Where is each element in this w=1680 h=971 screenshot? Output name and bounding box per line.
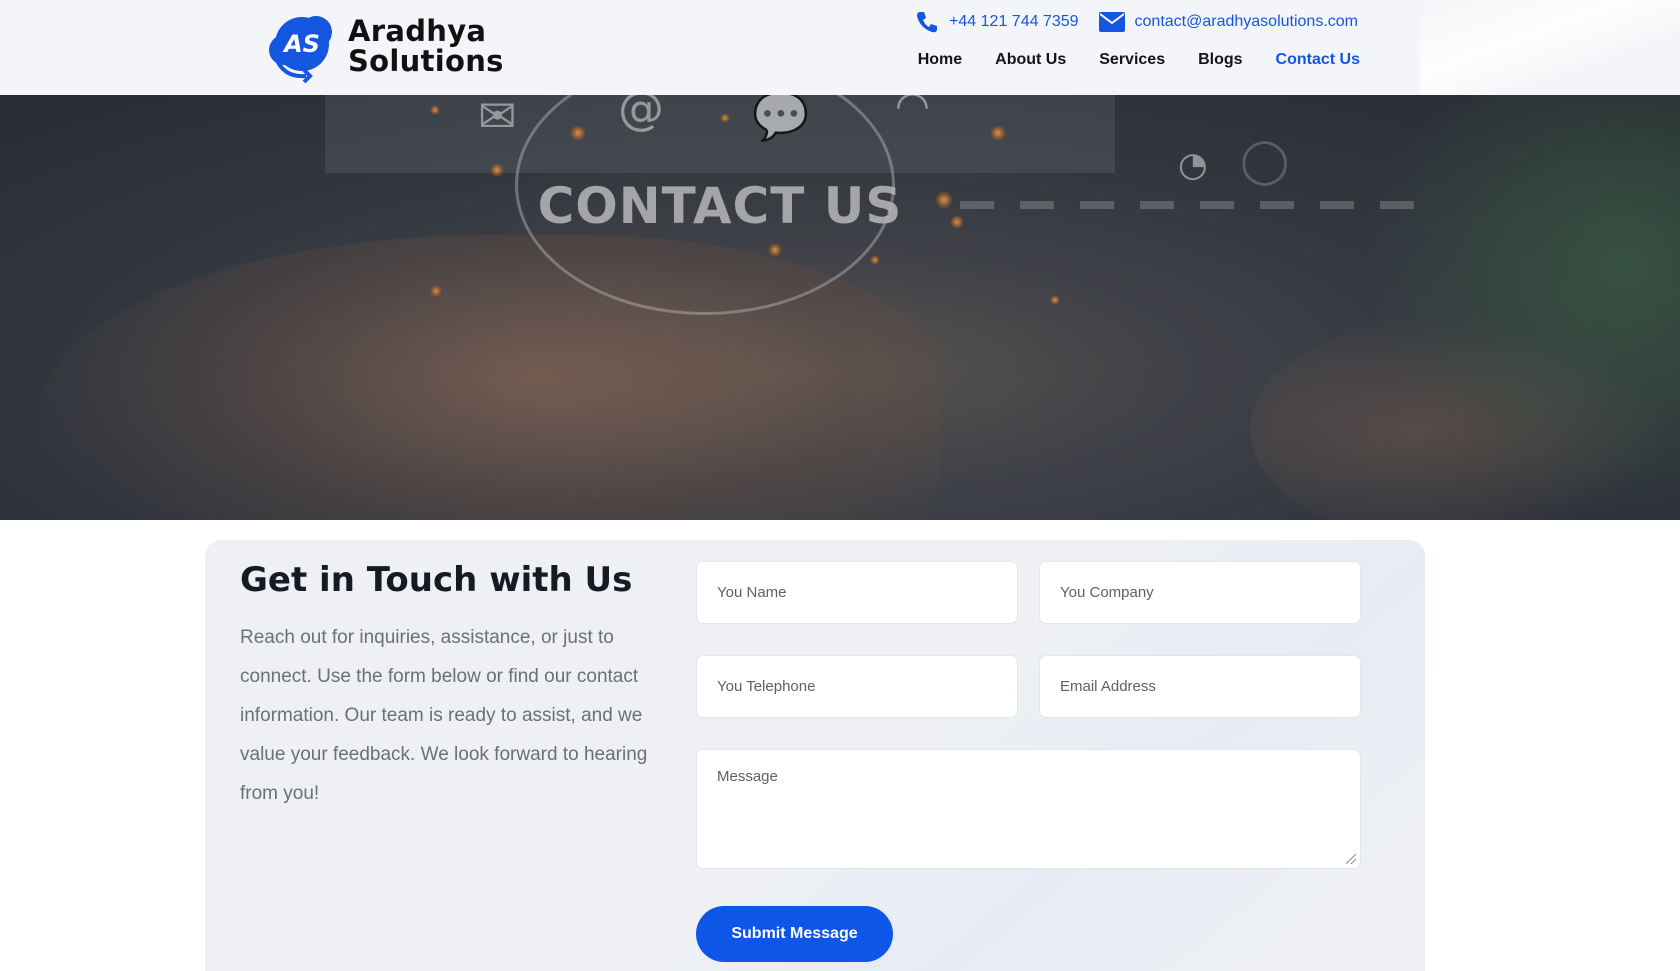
brand-name: Aradhya Solutions: [348, 16, 504, 76]
header-shine: [1420, 0, 1680, 95]
site-header: AS Aradhya Solutions +44 121 744 7359 co…: [0, 0, 1680, 95]
header-contact-info: +44 121 744 7359 contact@aradhyasolution…: [915, 10, 1358, 34]
contact-description: Reach out for inquiries, assistance, or …: [240, 627, 648, 804]
brand-name-line2: Solutions: [348, 44, 504, 78]
email-address: contact@aradhyasolutions.com: [1134, 13, 1358, 30]
hero-overlay: [0, 95, 1680, 520]
cloud-logo-icon: AS: [269, 16, 332, 84]
nav-item-about-us[interactable]: About Us: [995, 51, 1066, 69]
message-placeholder: Message: [717, 768, 778, 785]
contact-heading: Get in Touch with Us: [240, 560, 633, 600]
company-input[interactable]: You Company: [1039, 561, 1361, 624]
submit-message-button[interactable]: Submit Message: [696, 906, 893, 962]
nav-item-blogs[interactable]: Blogs: [1198, 51, 1242, 69]
nav-item-home[interactable]: Home: [918, 51, 962, 69]
phone-number: +44 121 744 7359: [949, 13, 1079, 30]
message-textarea[interactable]: Message: [696, 749, 1361, 869]
name-input[interactable]: You Name: [696, 561, 1018, 624]
email-link[interactable]: contact@aradhyasolutions.com: [1098, 12, 1358, 32]
hero-banner: ✉ @ 💬 ◠ ◔ ◯ CONTACT US: [0, 95, 1680, 520]
main-nav: Home About Us Services Blogs Contact Us: [918, 51, 1360, 69]
nav-item-services[interactable]: Services: [1099, 51, 1165, 69]
phone-link[interactable]: +44 121 744 7359: [915, 10, 1079, 34]
brand-logo[interactable]: AS Aradhya Solutions: [264, 8, 504, 84]
email-input[interactable]: Email Address: [1039, 655, 1361, 718]
logo-monogram: AS: [282, 30, 320, 58]
telephone-input[interactable]: You Telephone: [696, 655, 1018, 718]
phone-icon: [917, 12, 938, 33]
resize-handle-icon[interactable]: [1346, 854, 1356, 864]
nav-item-contact-us[interactable]: Contact Us: [1276, 51, 1360, 69]
brand-name-line1: Aradhya: [348, 14, 487, 48]
contact-card: Get in Touch with Us Reach out for inqui…: [205, 540, 1425, 971]
envelope-icon: [1098, 12, 1125, 32]
